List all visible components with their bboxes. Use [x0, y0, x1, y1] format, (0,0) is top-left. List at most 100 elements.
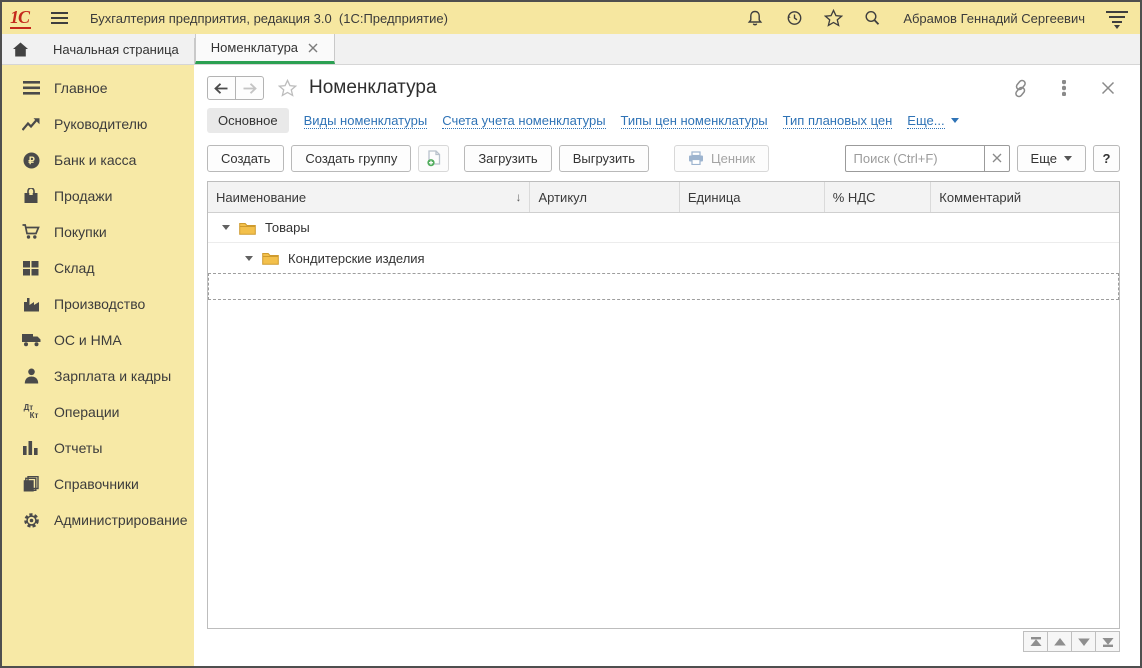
copy-item-button[interactable]: [418, 145, 449, 172]
search-input[interactable]: [846, 146, 984, 171]
app-window: { "window": { "logo": "1С", "title": "Бу…: [0, 0, 1142, 668]
go-down-button[interactable]: [1071, 631, 1096, 652]
sidebar-item-label: Главное: [54, 80, 108, 96]
notifications-bell-icon[interactable]: [745, 8, 765, 28]
column-header-article[interactable]: Артикул: [530, 182, 679, 212]
sidebar-item-label: ОС и НМА: [54, 332, 122, 348]
sidebar-item-label: Отчеты: [54, 440, 102, 456]
table-row-group-konditerskie[interactable]: Кондитерские изделия: [208, 243, 1119, 273]
books-icon: [18, 476, 44, 492]
toolbar: Создать Создать группу Загрузить Выгрузи…: [207, 143, 1120, 173]
sidebar-item-label: Администрирование: [54, 512, 188, 528]
person-icon: [18, 368, 44, 384]
column-header-vat[interactable]: % НДС: [825, 182, 932, 212]
sidebar-item-label: Производство: [54, 296, 145, 312]
column-header-name[interactable]: Наименование ↓: [208, 182, 530, 212]
tab-home-page[interactable]: Начальная страница: [38, 34, 194, 64]
boxes-grid-icon: [18, 261, 44, 276]
load-button[interactable]: Загрузить: [464, 145, 551, 172]
folder-icon: [262, 251, 279, 265]
column-header-unit[interactable]: Единица: [680, 182, 825, 212]
copy-document-plus-icon: [426, 150, 442, 167]
sidebar-item-administration[interactable]: Администрирование: [2, 502, 194, 538]
factory-icon: [18, 297, 44, 312]
back-button[interactable]: [207, 76, 236, 100]
row-label: Кондитерские изделия: [288, 251, 425, 266]
main-menu-icon[interactable]: [51, 12, 68, 25]
sidebar-item-reports[interactable]: Отчеты: [2, 430, 194, 466]
tab-nomenclature[interactable]: Номенклатура: [195, 34, 335, 64]
sidebar-item-salary-hr[interactable]: Зарплата и кадры: [2, 358, 194, 394]
add-to-favorites-star-icon[interactable]: [278, 79, 297, 97]
app-title: Бухгалтерия предприятия, редакция 3.0 (1…: [90, 11, 448, 26]
app-header: 1С Бухгалтерия предприятия, редакция 3.0…: [2, 2, 1140, 34]
help-button-label: ?: [1103, 151, 1111, 166]
link-nomenclature-kinds[interactable]: Виды номенклатуры: [304, 113, 428, 129]
printer-icon: [688, 151, 704, 165]
sidebar-item-main[interactable]: Главное: [2, 70, 194, 106]
sidebar-item-purchases[interactable]: Покупки: [2, 214, 194, 250]
focused-empty-row[interactable]: [208, 273, 1119, 300]
copy-link-icon[interactable]: [1010, 78, 1030, 98]
sidebar-item-label: Операции: [54, 404, 120, 420]
close-form-icon[interactable]: [1098, 78, 1118, 98]
tab-main-link[interactable]: Основное: [207, 108, 289, 133]
column-header-comment[interactable]: Комментарий: [931, 182, 1119, 212]
trend-up-icon: [18, 117, 44, 131]
expander-icon[interactable]: [245, 256, 253, 261]
kebab-menu-icon[interactable]: [1054, 78, 1074, 98]
column-label: Артикул: [538, 190, 586, 205]
history-icon[interactable]: [784, 8, 804, 28]
forward-button[interactable]: [235, 76, 264, 100]
sidebar-item-manager[interactable]: Руководителю: [2, 106, 194, 142]
table-header: Наименование ↓ Артикул Единица % НДС Ком…: [208, 182, 1119, 213]
tab-label: Начальная страница: [53, 42, 179, 57]
tab-close-icon[interactable]: [307, 42, 319, 54]
create-group-button[interactable]: Создать группу: [291, 145, 411, 172]
expander-icon[interactable]: [222, 225, 230, 230]
chevron-down-icon: [951, 118, 959, 123]
sidebar-item-references[interactable]: Справочники: [2, 466, 194, 502]
sidebar-item-bank-cash[interactable]: ₽ Банк и касса: [2, 142, 194, 178]
more-links-button[interactable]: Еще...: [907, 113, 958, 129]
sidebar-item-production[interactable]: Производство: [2, 286, 194, 322]
sort-descending-icon: ↓: [515, 190, 521, 204]
service-menu-icon[interactable]: [1106, 10, 1128, 26]
sidebar-item-label: Покупки: [54, 224, 107, 240]
page-title: Номенклатура: [309, 77, 437, 99]
price-tag-button[interactable]: Ценник: [674, 145, 769, 172]
help-button[interactable]: ?: [1093, 145, 1120, 172]
table-navigation-buttons: [1024, 631, 1120, 652]
sidebar-item-sales[interactable]: Продажи: [2, 178, 194, 214]
nomenclature-table: Наименование ↓ Артикул Единица % НДС Ком…: [207, 181, 1120, 629]
menu-lines-icon: [18, 81, 44, 95]
gear-icon: [18, 512, 44, 529]
row-label: Товары: [265, 220, 310, 235]
unload-button[interactable]: Выгрузить: [559, 145, 649, 172]
search-icon[interactable]: [862, 8, 882, 28]
go-up-button[interactable]: [1047, 631, 1072, 652]
favorites-star-icon[interactable]: [823, 8, 843, 28]
sidebar-item-fixed-assets[interactable]: ОС и НМА: [2, 322, 194, 358]
create-button[interactable]: Создать: [207, 145, 284, 172]
unload-button-label: Выгрузить: [573, 151, 635, 166]
user-name[interactable]: Абрамов Геннадий Сергеевич: [903, 11, 1085, 26]
chevron-down-icon: [1064, 156, 1072, 161]
search-clear-icon[interactable]: [984, 146, 1009, 171]
sidebar-item-warehouse[interactable]: Склад: [2, 250, 194, 286]
sidebar-item-operations[interactable]: ДтКт Операции: [2, 394, 194, 430]
go-to-top-button[interactable]: [1023, 631, 1048, 652]
go-to-bottom-button[interactable]: [1095, 631, 1120, 652]
table-row-group-tovary[interactable]: Товары: [208, 213, 1119, 243]
home-tab[interactable]: [2, 34, 38, 64]
sidebar: Главное Руководителю ₽ Банк и касса Прод…: [2, 65, 194, 666]
more-actions-button[interactable]: Еще: [1017, 145, 1086, 172]
link-accounting-accounts[interactable]: Счета учета номенклатуры: [442, 113, 605, 129]
shopping-bag-icon: [18, 188, 44, 204]
svg-text:₽: ₽: [28, 156, 35, 167]
sidebar-item-label: Банк и касса: [54, 152, 136, 168]
link-planned-price-type[interactable]: Тип плановых цен: [783, 113, 893, 129]
more-actions-label: Еще: [1031, 151, 1057, 166]
load-button-label: Загрузить: [478, 151, 537, 166]
link-price-types[interactable]: Типы цен номенклатуры: [621, 113, 768, 129]
